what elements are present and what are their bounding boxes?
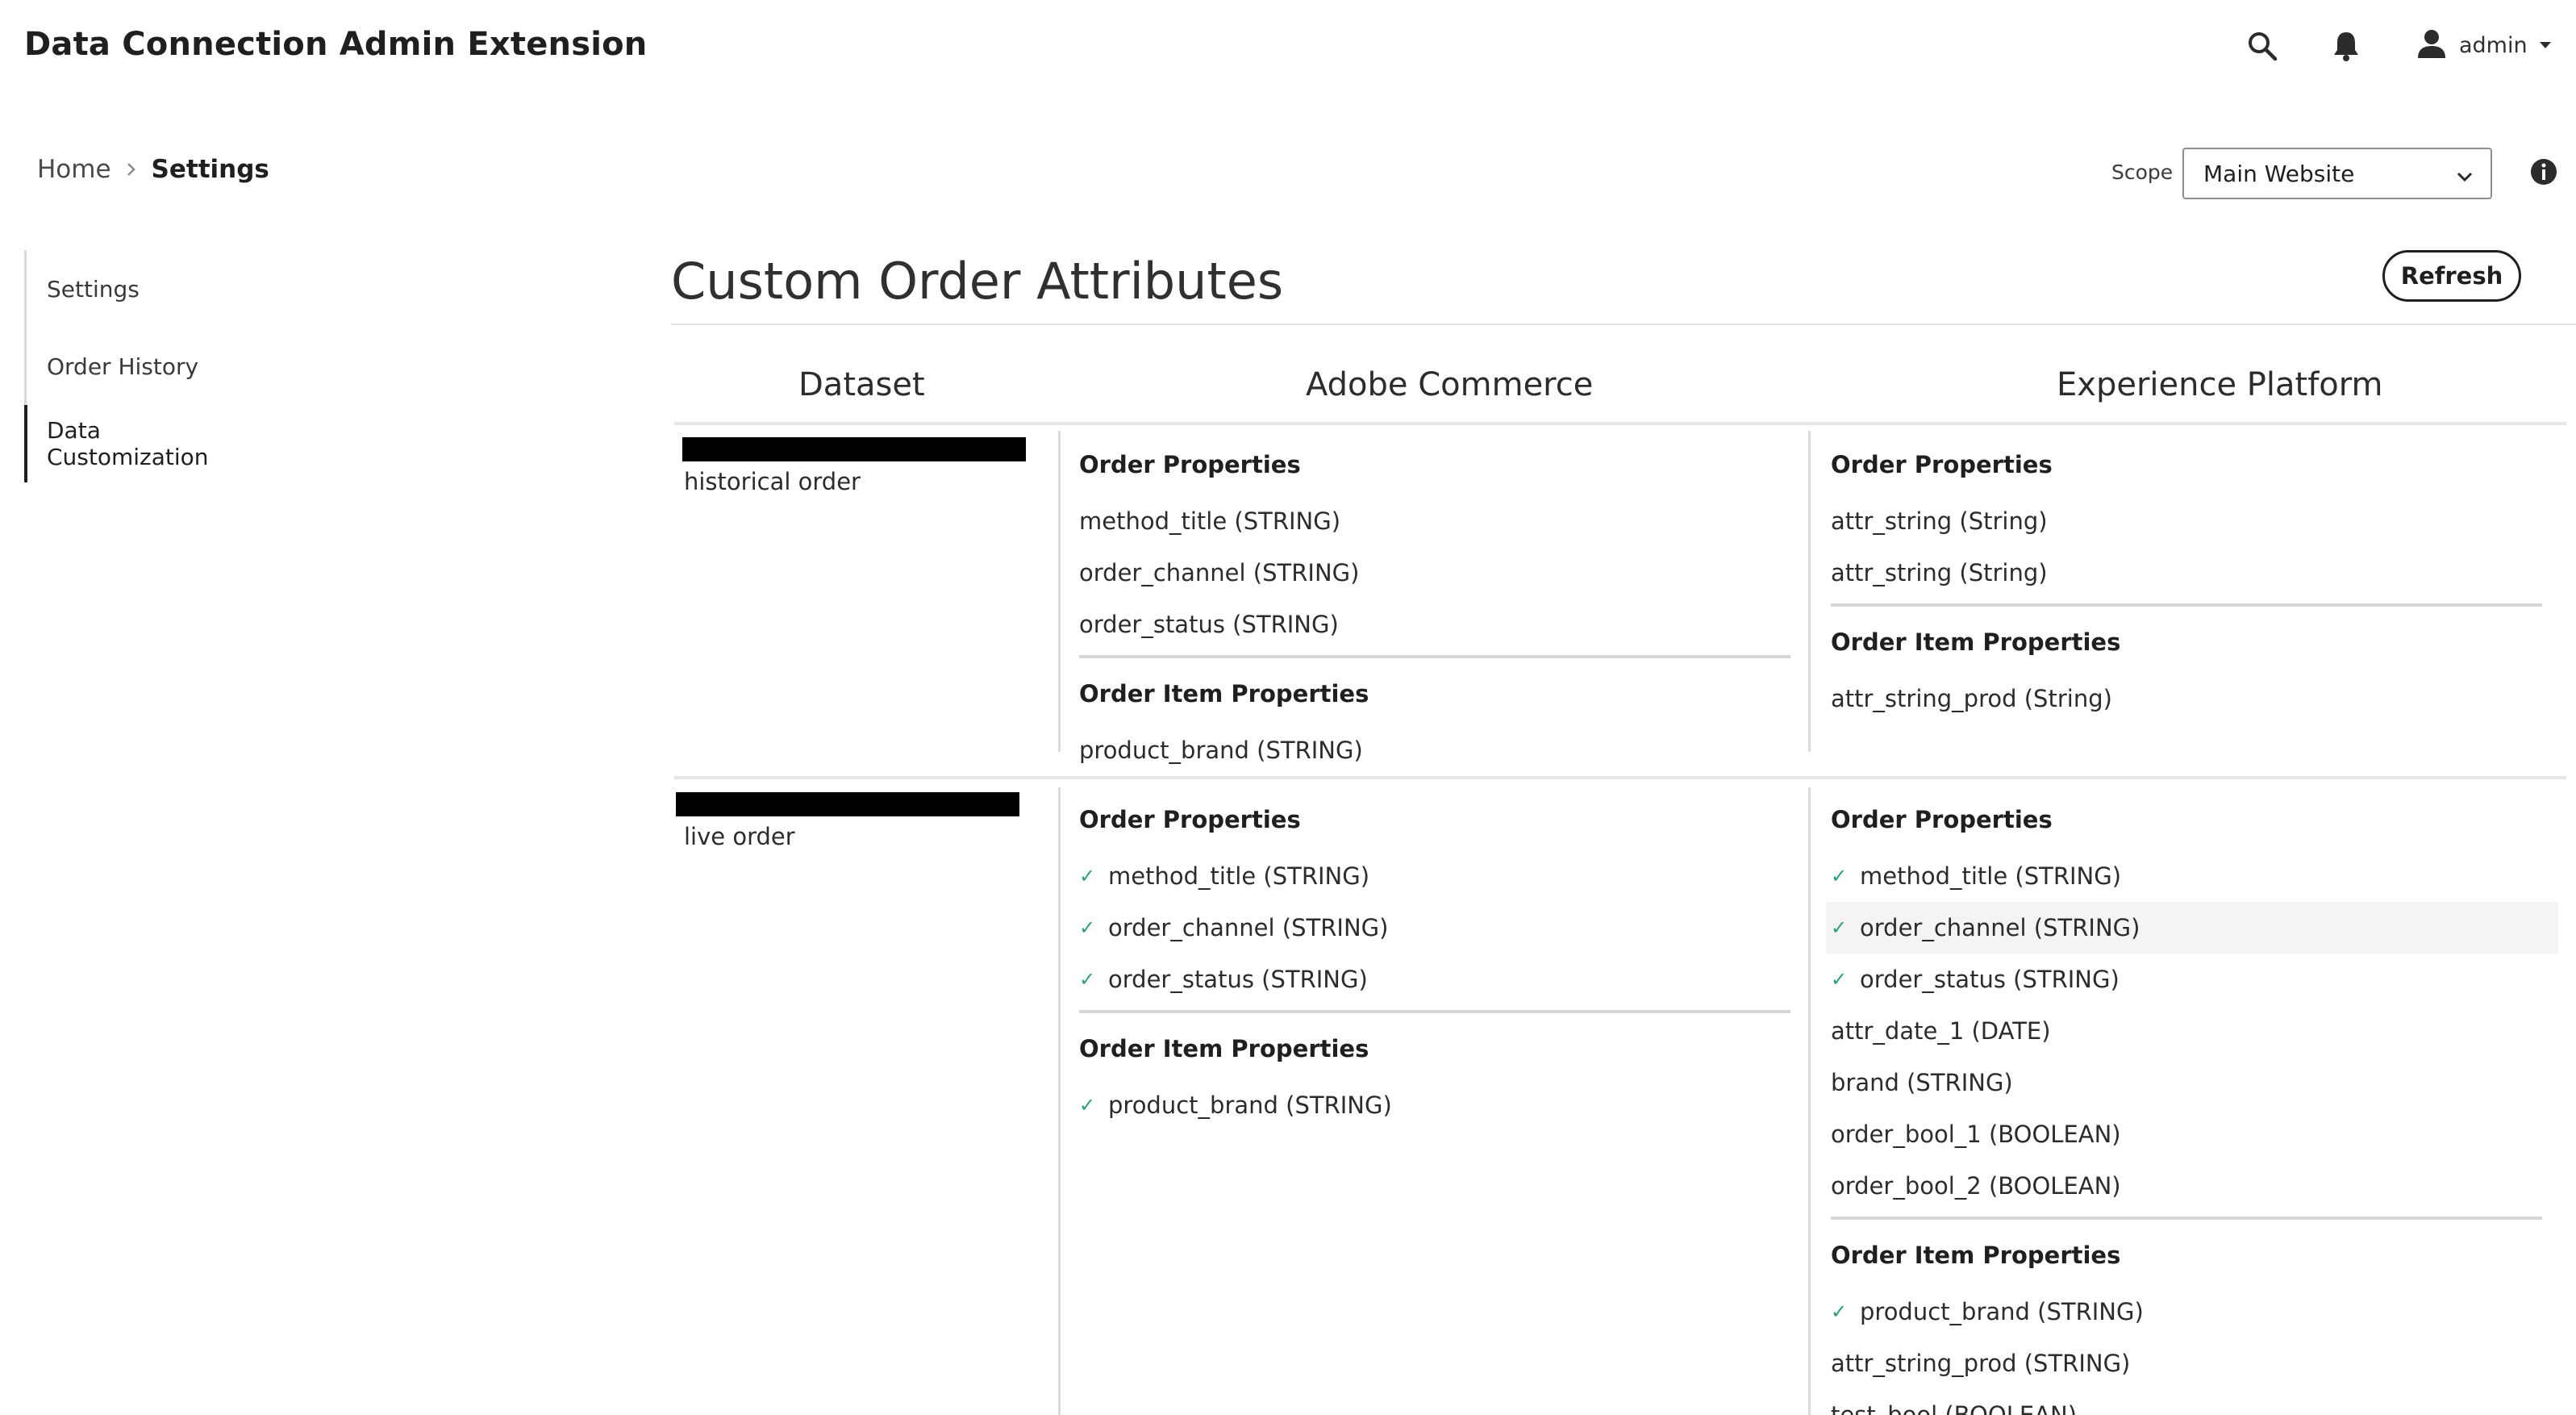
order-properties-heading: Order Properties <box>1079 806 1301 833</box>
row-divider <box>674 776 2566 779</box>
property-item: brand (STRING) <box>1831 1069 2013 1096</box>
user-icon <box>2416 27 2448 63</box>
scope-label: Scope <box>2111 161 2174 184</box>
order-item-properties-heading: Order Item Properties <box>1079 1035 1369 1062</box>
property-item: ✓ product_brand (STRING) <box>1079 1079 1790 1131</box>
property-item: order_bool_1 (BOOLEAN) <box>1831 1121 2121 1148</box>
sidebar: Settings Order History Data Customizatio… <box>24 250 266 482</box>
order-properties-heading: Order Properties <box>1831 806 2053 833</box>
order-item-properties-heading: Order Item Properties <box>1831 1242 2121 1269</box>
property-item: attr_string (String) <box>1831 559 2048 586</box>
property-item: ✓ method_title (STRING) <box>1079 850 1790 902</box>
chevron-down-icon <box>2539 38 2552 53</box>
commerce-properties: Order Properties ✓ method_title (STRING) … <box>1079 804 1790 1136</box>
page-title: Custom Order Attributes <box>671 252 1284 311</box>
user-name: admin <box>2459 32 2528 58</box>
search-icon[interactable] <box>2242 26 2282 66</box>
check-icon: ✓ <box>1831 1300 1848 1323</box>
property-item-hovered: ✓ order_channel (STRING) <box>1826 902 2558 954</box>
check-icon: ✓ <box>1079 865 1096 887</box>
order-item-properties-heading: Order Item Properties <box>1831 628 2121 656</box>
user-menu[interactable]: admin <box>2416 24 2552 66</box>
section-divider <box>1079 1010 1790 1013</box>
order-item-properties-heading: Order Item Properties <box>1079 680 1369 708</box>
redacted-dataset-id <box>676 792 1019 816</box>
scope-select[interactable]: Main Website <box>2182 148 2492 199</box>
sidebar-item-data-customization[interactable]: Data Customization <box>24 405 266 482</box>
check-icon: ✓ <box>1831 865 1848 887</box>
check-icon: ✓ <box>1079 916 1096 939</box>
order-properties-heading: Order Properties <box>1079 451 1301 478</box>
property-item: ✓ method_title (STRING) <box>1831 850 2558 902</box>
property-item: attr_date_1 (DATE) <box>1831 1017 2051 1045</box>
property-item: attr_string (String) <box>1831 507 2048 535</box>
breadcrumb-current: Settings <box>151 155 269 184</box>
property-item: ✓ product_brand (STRING) <box>1831 1286 2558 1338</box>
property-item: order_channel (STRING) <box>1079 559 1360 586</box>
breadcrumb: Home Settings <box>37 155 269 184</box>
property-item: attr_string_prod (STRING) <box>1831 1350 2131 1377</box>
section-divider <box>1079 655 1790 658</box>
property-item: ✓ order_channel (STRING) <box>1079 902 1790 954</box>
column-header-dataset: Dataset <box>798 366 925 403</box>
property-item: test_bool (BOOLEAN) <box>1831 1401 2078 1415</box>
column-divider <box>1058 787 1061 1415</box>
column-header-experience-platform: Experience Platform <box>2057 366 2383 403</box>
section-divider <box>1831 603 2542 607</box>
refresh-button[interactable]: Refresh <box>2382 250 2521 302</box>
property-item: attr_string_prod (String) <box>1831 685 2112 712</box>
property-item: method_title (STRING) <box>1079 507 1341 535</box>
breadcrumb-home[interactable]: Home <box>37 155 111 184</box>
info-icon[interactable] <box>2529 157 2561 190</box>
property-item: order_bool_2 (BOOLEAN) <box>1831 1172 2121 1200</box>
sidebar-item-settings[interactable]: Settings <box>27 250 266 328</box>
column-divider <box>1808 787 1811 1415</box>
chevron-right-icon <box>126 155 137 184</box>
bell-icon[interactable] <box>2326 26 2366 66</box>
platform-properties: Order Properties attr_string (String) at… <box>1831 449 2542 729</box>
dataset-name: live order <box>684 823 795 850</box>
check-icon: ✓ <box>1831 916 1848 939</box>
check-icon: ✓ <box>1079 968 1096 991</box>
header-divider <box>674 422 2566 425</box>
column-divider <box>1808 431 1811 752</box>
check-icon: ✓ <box>1831 968 1848 991</box>
check-icon: ✓ <box>1079 1094 1096 1117</box>
property-item: ✓ order_status (STRING) <box>1831 954 2558 1005</box>
sidebar-item-order-history[interactable]: Order History <box>27 328 266 405</box>
platform-properties: Order Properties ✓ method_title (STRING) … <box>1826 804 2558 1415</box>
app-title: Data Connection Admin Extension <box>24 26 648 63</box>
section-divider <box>1831 1217 2542 1220</box>
title-divider <box>671 323 2576 325</box>
order-properties-heading: Order Properties <box>1831 451 2053 478</box>
chevron-down-icon <box>2455 165 2474 192</box>
property-item: product_brand (STRING) <box>1079 737 1363 764</box>
column-header-adobe-commerce: Adobe Commerce <box>1306 366 1594 403</box>
property-item: order_status (STRING) <box>1079 611 1339 638</box>
property-item: ✓ order_status (STRING) <box>1079 954 1790 1005</box>
dataset-name: historical order <box>684 468 861 495</box>
scope-selected-value: Main Website <box>2203 160 2355 187</box>
column-divider <box>1058 431 1061 752</box>
commerce-properties: Order Properties method_title (STRING) o… <box>1079 449 1790 781</box>
redacted-dataset-id <box>682 437 1026 461</box>
